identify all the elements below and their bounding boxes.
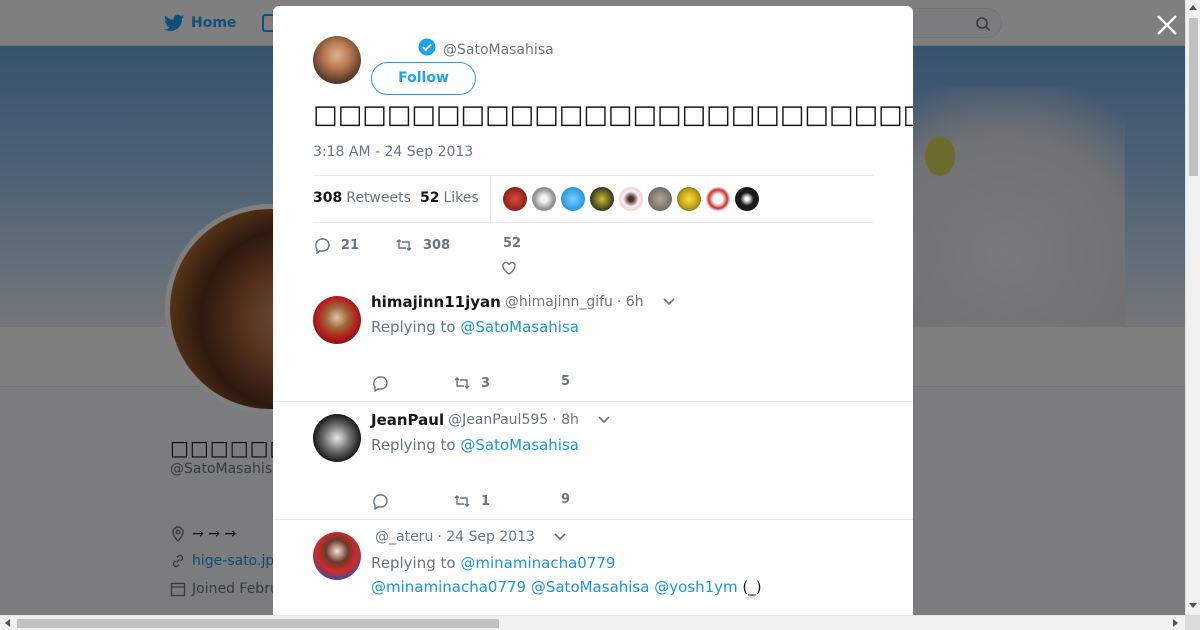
retweet-action[interactable]: 308 [395,236,450,254]
replying-to-label: Replying to [371,318,456,336]
liker-avatar[interactable] [532,187,556,211]
retweet-count: 3 [481,375,491,391]
retweet-count: 308 [423,237,451,253]
scrollbar-corner [1185,615,1200,630]
scroll-left-arrow[interactable] [5,619,10,627]
heart-icon[interactable] [500,259,518,277]
stats-divider [490,176,491,223]
reply-icon [315,238,330,254]
retweet-icon [396,239,412,251]
retweets-stat[interactable]: 308 Retweets [313,190,411,206]
retweet-icon [454,495,470,507]
reply-icon [373,494,388,510]
reply-action[interactable]: 21 [313,236,359,254]
author-avatar[interactable] [313,36,361,84]
scroll-right-arrow[interactable] [1173,619,1178,627]
reply-count: 21 [341,237,360,253]
tweet-modal: @SatoMasahisa Follow □□□□□□□□□□□□□□□□□□□… [273,6,913,616]
chevron-down-icon[interactable] [553,532,567,542]
replying-to: Replying to @SatoMasahisa [371,318,579,336]
reply-header: JeanPaul @JeanPaul595 · 8h [371,411,611,429]
reply-action[interactable] [371,492,389,510]
replying-to-label: Replying to [371,436,456,454]
tweet-timestamp[interactable]: 3:18 AM - 24 Sep 2013 [313,144,473,160]
reply-action[interactable] [371,374,389,392]
chevron-down-icon[interactable] [662,297,676,307]
tweet-actions: 21 308 52 [313,234,613,284]
reply-item[interactable]: himajinn11jyan @himajinn_gifu · 6h Reply… [273,284,913,402]
liker-avatars [503,187,759,211]
likes-label: Likes [443,190,479,206]
reply-time[interactable]: · 8h [552,412,579,428]
liker-avatar[interactable] [648,187,672,211]
tweet-stats: 308 Retweets 52 Likes [313,175,873,223]
like-action[interactable]: 5 [561,374,570,389]
liker-avatar[interactable] [503,187,527,211]
retweets-label: Retweets [346,190,411,206]
horizontal-scroll-thumb[interactable] [17,619,499,628]
reply-handle[interactable]: @himajinn_gifu [505,294,613,310]
retweet-action[interactable]: 3 [453,374,490,392]
reply-avatar[interactable] [313,532,361,580]
like-count: 5 [561,374,571,389]
reply-icon [373,376,388,392]
reply-time[interactable]: · 6h [617,294,644,310]
scroll-down-arrow[interactable] [1189,603,1197,608]
replying-to-link[interactable]: @minaminacha0779 [460,554,615,572]
reply-body-text: (_) [737,578,762,596]
vertical-scrollbar[interactable] [1185,0,1200,615]
replying-to-link[interactable]: @SatoMasahisa [460,318,579,336]
reply-handle[interactable]: @JeanPaul595 [448,412,548,428]
like-count: 9 [561,492,571,507]
like-action[interactable]: 9 [561,492,570,507]
like-action[interactable]: 52 [503,236,521,251]
liker-avatar[interactable] [677,187,701,211]
reply-actions: 3 5 [371,374,671,398]
reply-text: @minaminacha0779 @SatoMasahisa @yosh1ym … [371,578,762,596]
close-icon[interactable] [1154,12,1180,38]
reply-header: himajinn11jyan @himajinn_gifu · 6h [371,293,676,311]
replying-to-label: Replying to [371,554,456,572]
liker-avatar[interactable] [735,187,759,211]
verified-badge-icon [418,38,436,56]
reply-item[interactable]: JeanPaul @JeanPaul595 · 8h Replying to @… [273,402,913,520]
chevron-down-icon[interactable] [597,415,611,425]
reply-header: @_ateru · 24 Sep 2013 [371,529,567,545]
liker-avatar[interactable] [561,187,585,211]
reply-handle[interactable]: @_ateru [375,529,433,545]
liker-avatar[interactable] [619,187,643,211]
reply-item[interactable]: @_ateru · 24 Sep 2013 Replying to @minam… [273,520,913,616]
scroll-up-arrow[interactable] [1189,5,1197,10]
reply-avatar[interactable] [313,414,361,462]
replying-to: Replying to @SatoMasahisa [371,436,579,454]
like-count: 52 [503,236,522,251]
replying-to-link[interactable]: @SatoMasahisa [460,436,579,454]
retweet-icon [454,377,470,389]
likes-stat[interactable]: 52 Likes [420,190,479,206]
reply-time[interactable]: · 24 Sep 2013 [437,529,535,545]
reply-actions: 1 9 [371,492,671,516]
follow-button[interactable]: Follow [371,62,476,95]
author-handle[interactable]: @SatoMasahisa [443,42,554,58]
reply-name[interactable]: himajinn11jyan [371,293,501,311]
reply-avatar[interactable] [313,296,361,344]
horizontal-scrollbar[interactable] [0,615,1185,630]
tweet-text: □□□□□□□□□□□□□□□□□□□□□□□□□□□□□□□□□□□□□□□□… [313,100,913,130]
replying-to: Replying to @minaminacha0779 [371,554,615,572]
reply-name[interactable]: JeanPaul [371,411,444,429]
liker-avatar[interactable] [706,187,730,211]
vertical-scroll-thumb[interactable] [1189,18,1198,176]
retweets-count: 308 [313,190,343,206]
likes-count: 52 [420,190,440,206]
retweet-count: 1 [481,493,491,509]
liker-avatar[interactable] [590,187,614,211]
reply-mention-links[interactable]: @minaminacha0779 @SatoMasahisa @yosh1ym [371,578,738,596]
retweet-action[interactable]: 1 [453,492,490,510]
